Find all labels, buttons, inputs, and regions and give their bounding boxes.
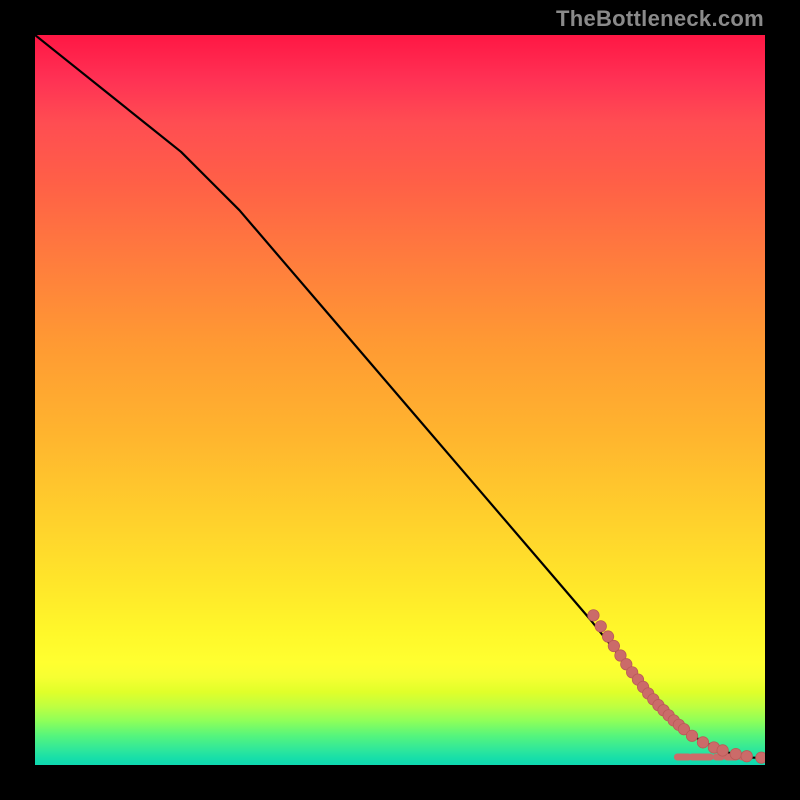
chart-container: TheBottleneck.com: [0, 0, 800, 800]
plot-background-gradient: [35, 35, 765, 765]
watermark-text: TheBottleneck.com: [556, 6, 764, 32]
